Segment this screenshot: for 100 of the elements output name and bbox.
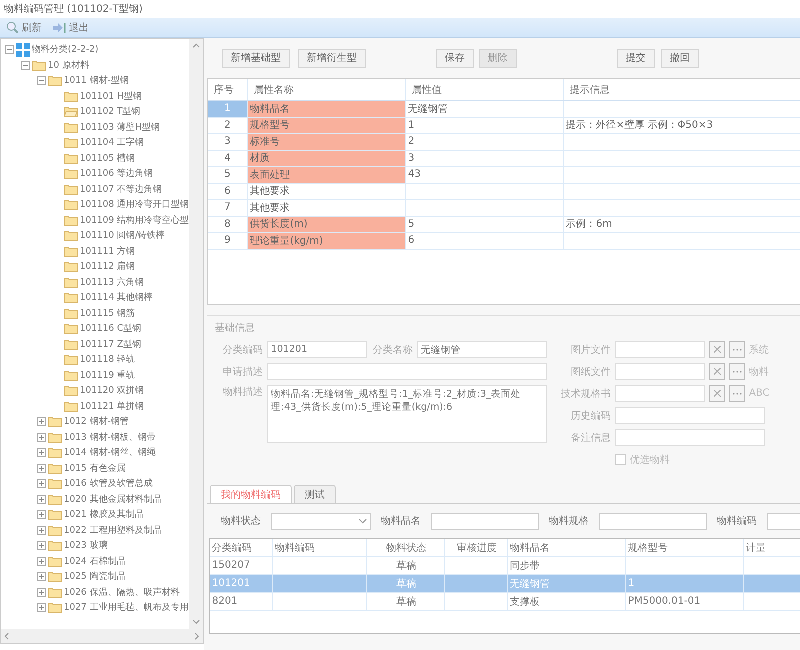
chevron-up-icon[interactable] — [192, 43, 200, 48]
expand-toggle-icon[interactable] — [37, 417, 46, 426]
tree-item[interactable]: 1027 工业用毛毡、帆布及专用 — [64, 601, 189, 614]
expand-toggle-icon[interactable] — [37, 432, 46, 442]
expand-toggle-icon[interactable] — [37, 479, 46, 488]
table-row[interactable]: 150207 草稿 同步带 — [210, 557, 800, 575]
tree-item[interactable]: 101114 其他钢棒 — [80, 291, 154, 304]
tree-item[interactable]: 1016 软管及软管总成 — [64, 477, 153, 490]
tree-item[interactable]: 101117 Z型钢 — [80, 338, 142, 351]
tree-item[interactable]: 101106 等边角钢 — [80, 167, 154, 180]
expand-toggle-icon[interactable] — [37, 556, 46, 566]
expand-toggle-icon[interactable] — [37, 572, 46, 582]
tree-item[interactable]: 1020 其他金属材料制品 — [64, 492, 162, 506]
input-field[interactable] — [267, 363, 548, 380]
refresh-button[interactable]: 刷新 — [4, 20, 44, 34]
tree-item[interactable]: 1021 橡胶及其制品 — [64, 508, 144, 522]
tree-item[interactable]: 101118 轻轨 — [80, 353, 136, 366]
clear-button[interactable] — [709, 341, 726, 358]
tree-item[interactable]: 1012 钢材-钢管 — [64, 415, 130, 428]
tab[interactable]: 测试 — [294, 485, 336, 503]
input-field[interactable] — [615, 429, 766, 446]
table-cell[interactable]: 5 — [406, 216, 564, 232]
tab[interactable]: 我的物料编码 — [210, 485, 292, 503]
vertical-scrollbar[interactable] — [189, 39, 204, 629]
expand-toggle-icon[interactable] — [37, 541, 46, 550]
input-field[interactable] — [615, 341, 706, 358]
table-cell[interactable]: 无缝钢管 — [406, 101, 564, 116]
row-number-cell[interactable]: 6 — [208, 184, 248, 199]
input-field[interactable] — [615, 385, 706, 402]
expand-toggle-icon[interactable] — [37, 588, 46, 597]
action-button[interactable]: 新增基础型 — [222, 48, 290, 68]
tree-item[interactable]: 101119 重轨 — [80, 368, 136, 382]
text-area[interactable]: 物料品名:无缝钢管_规格型号:1_标准号:2_材质:3_表面处理:43_供货长度(m):5_理论重量(kg/m):6 — [267, 385, 548, 443]
tree-item[interactable]: 1022 工程用塑料及制品 — [64, 524, 162, 537]
checkbox[interactable] — [615, 454, 626, 465]
expand-toggle-icon[interactable] — [37, 510, 46, 520]
tree-item[interactable]: 10 原材料 — [48, 58, 90, 72]
tree-item[interactable]: 1011 钢材-型钢 — [64, 74, 130, 88]
tree-item[interactable]: 1026 保温、隔热、吸声材料 — [64, 586, 180, 599]
input-field[interactable] — [767, 512, 800, 530]
input-field[interactable]: 101201 — [267, 341, 368, 358]
table-row[interactable]: 8201 草稿 支撑板 PM5000.01-01 — [210, 593, 800, 611]
tree-item[interactable]: 101102 T型钢 — [80, 105, 141, 118]
input-field[interactable] — [615, 407, 766, 424]
tree-item[interactable]: 1013 钢材-钢板、钢带 — [64, 430, 156, 444]
row-number-cell[interactable]: 7 — [208, 200, 248, 216]
table-cell[interactable]: 1 — [406, 118, 564, 133]
input-field[interactable] — [431, 512, 540, 530]
table-cell[interactable]: 2 — [406, 134, 564, 150]
browse-button[interactable] — [729, 363, 746, 380]
table-cell[interactable]: 6 — [406, 233, 564, 248]
tree-item[interactable]: 101120 双拼钢 — [80, 384, 144, 398]
tree-item[interactable]: 101111 方钢 — [80, 244, 136, 258]
tree-item[interactable]: 物料分类(2-2-2) — [32, 43, 99, 56]
tree-item[interactable]: 101104 工字钢 — [80, 136, 144, 150]
expand-toggle-icon[interactable] — [37, 464, 46, 473]
exit-button[interactable]: 退出 — [50, 20, 91, 34]
input-field[interactable]: 无缝钢管 — [417, 341, 548, 358]
tree-item[interactable]: 101103 薄壁H型钢 — [80, 120, 160, 134]
browse-button[interactable] — [729, 341, 746, 358]
table-cell[interactable]: 43 — [406, 167, 564, 182]
clear-button[interactable] — [709, 363, 726, 380]
expand-toggle-icon[interactable] — [37, 448, 46, 458]
expand-toggle-icon[interactable] — [37, 526, 46, 535]
tree-item[interactable]: 101101 H型钢 — [80, 90, 142, 103]
collapse-toggle-icon[interactable] — [21, 60, 30, 70]
tree-item[interactable]: 101121 单拼钢 — [80, 400, 144, 413]
browse-button[interactable] — [729, 385, 746, 402]
input-field[interactable] — [599, 512, 708, 530]
field-label: 系统 — [749, 344, 770, 356]
collapse-toggle-icon[interactable] — [37, 76, 46, 86]
action-button[interactable]: 保存 — [436, 48, 474, 68]
tree-item[interactable]: 1015 有色金属 — [64, 462, 126, 475]
tree-item[interactable]: 101112 扁钢 — [80, 260, 136, 274]
collapse-toggle-icon[interactable] — [5, 45, 14, 54]
tree-item[interactable]: 101115 钢筋 — [80, 306, 136, 320]
tree-item[interactable]: 1024 石棉制品 — [64, 554, 126, 568]
tree-item[interactable]: 101108 通用冷弯开口型钢 — [80, 198, 190, 212]
chevron-left-icon[interactable] — [4, 632, 9, 640]
tree-item[interactable]: 1025 陶瓷制品 — [64, 570, 126, 584]
tree-item[interactable]: 1023 玻璃 — [64, 539, 108, 552]
action-button[interactable]: 提交 — [617, 48, 656, 68]
table-cell[interactable]: 3 — [406, 150, 564, 166]
chevron-down-icon[interactable] — [192, 620, 200, 625]
action-button[interactable]: 撤回 — [661, 48, 700, 68]
tree-item[interactable]: 101116 C型钢 — [80, 322, 142, 336]
action-button[interactable]: 新增衍生型 — [298, 48, 366, 68]
input-field[interactable] — [615, 363, 706, 380]
chevron-right-icon[interactable] — [195, 632, 200, 640]
tree-item[interactable]: 101110 圆钢/铸铁棒 — [80, 229, 166, 242]
tree-item[interactable]: 101105 槽钢 — [80, 152, 136, 165]
tree-item[interactable]: 101107 不等边角钢 — [80, 182, 162, 196]
tree-item[interactable]: 101109 结构用冷弯空心型 — [80, 214, 190, 227]
expand-toggle-icon[interactable] — [37, 494, 46, 504]
tree-item[interactable]: 101113 六角钢 — [80, 276, 144, 289]
clear-button[interactable] — [709, 385, 726, 402]
horizontal-scrollbar[interactable] — [1, 629, 204, 643]
dropdown[interactable] — [271, 512, 372, 530]
expand-toggle-icon[interactable] — [37, 603, 46, 612]
tree-item[interactable]: 1014 钢材-钢丝、钢绳 — [64, 446, 156, 460]
